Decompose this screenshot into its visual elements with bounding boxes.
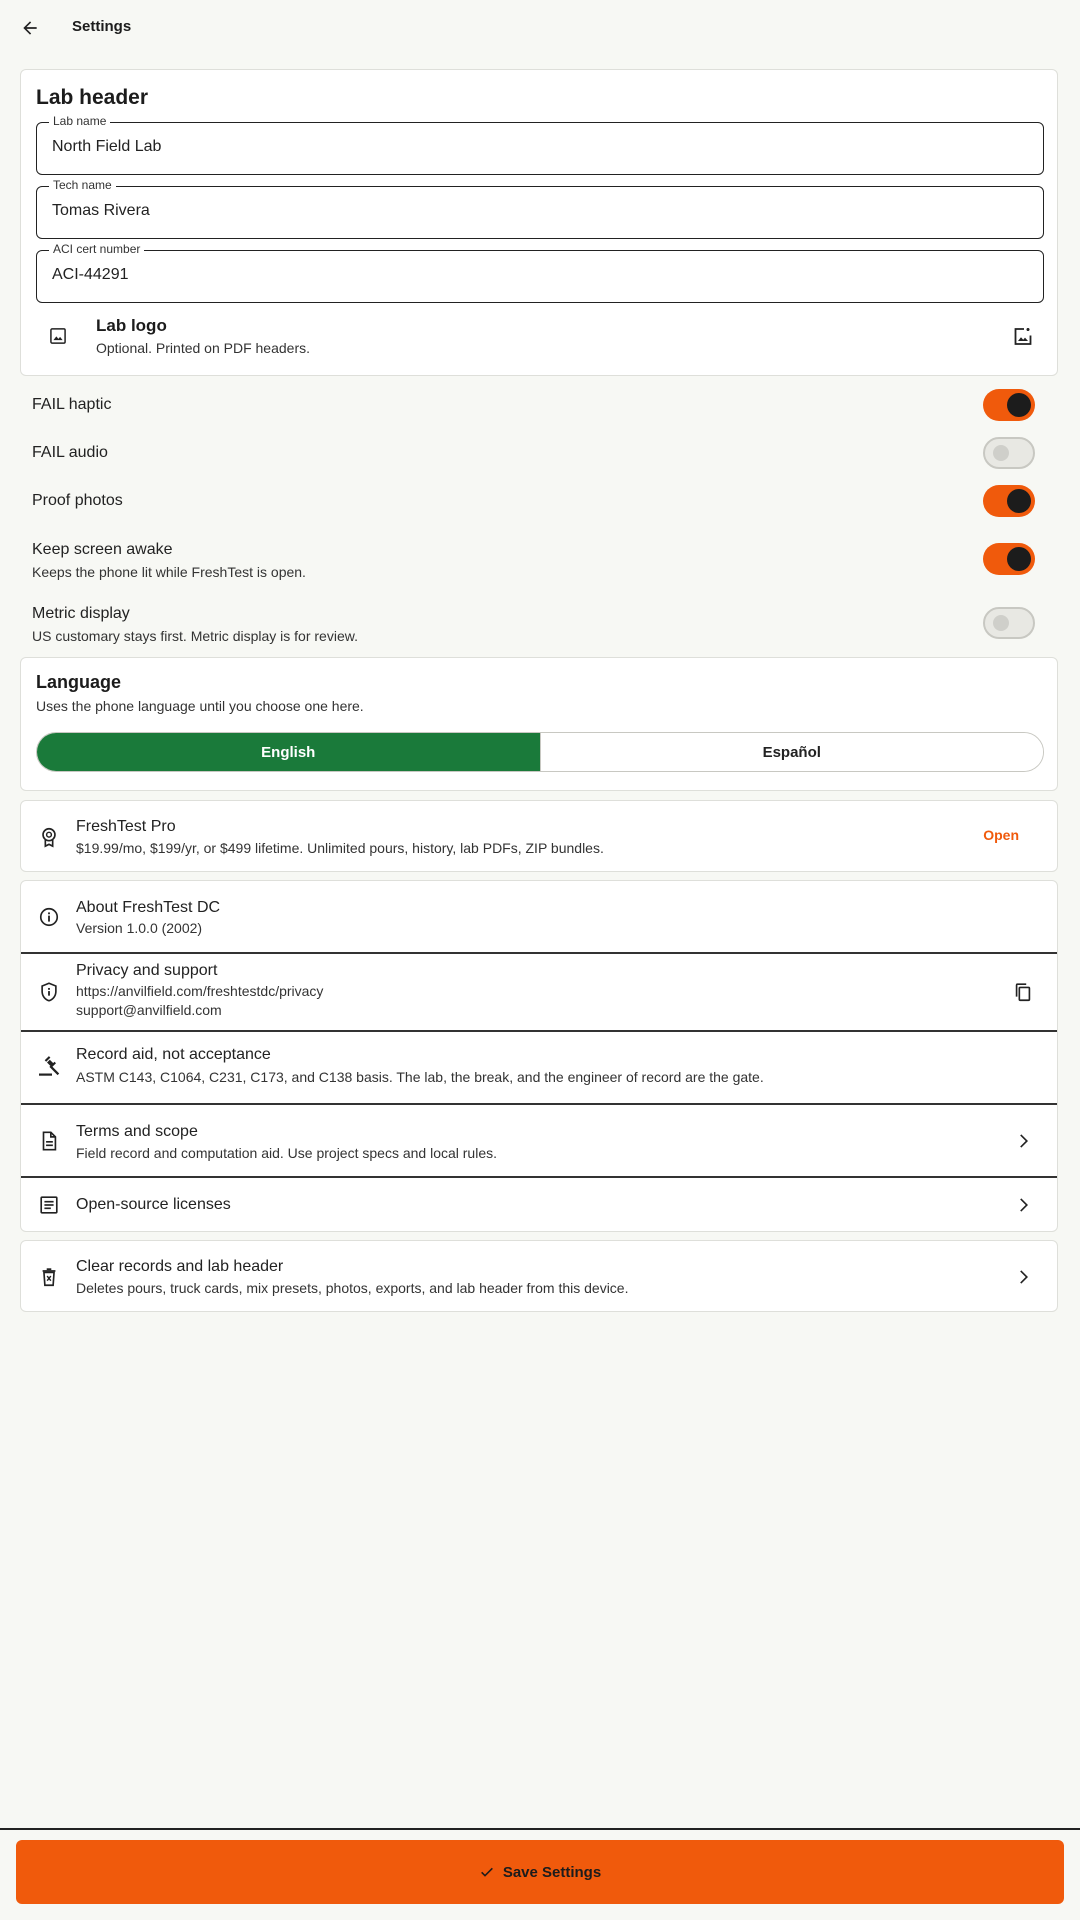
toggle-row-fail-audio: FAIL audio bbox=[32, 437, 1040, 475]
keep-screen-awake-subtitle: Keeps the phone lit while FreshTest is o… bbox=[32, 564, 306, 580]
terms-subtitle: Field record and computation aid. Use pr… bbox=[76, 1145, 497, 1161]
licenses-title: Open-source licenses bbox=[76, 1196, 231, 1213]
licenses-row[interactable]: Open-source licenses bbox=[21, 1178, 1057, 1232]
terms-row[interactable]: Terms and scope Field record and computa… bbox=[21, 1105, 1057, 1176]
shield-icon bbox=[37, 980, 61, 1004]
clear-records-card[interactable]: Clear records and lab header Deletes pou… bbox=[20, 1240, 1058, 1312]
badge-icon bbox=[37, 825, 61, 849]
pro-subtitle: $19.99/mo, $199/yr, or $499 lifetime. Un… bbox=[76, 840, 604, 856]
about-card: About FreshTest DC Version 1.0.0 (2002) … bbox=[20, 880, 1058, 1232]
copy-icon[interactable] bbox=[1011, 980, 1035, 1004]
keep-screen-awake-label: Keep screen awake bbox=[32, 541, 173, 558]
tech-name-field: Tech name bbox=[36, 178, 1044, 239]
fail-audio-switch[interactable] bbox=[983, 437, 1035, 469]
gavel-icon bbox=[37, 1054, 61, 1078]
support-email[interactable]: support@anvilfield.com bbox=[76, 1001, 222, 1020]
fail-audio-label: FAIL audio bbox=[32, 444, 108, 461]
add-photo-icon[interactable] bbox=[1011, 324, 1035, 348]
language-segmented-control: English Español bbox=[36, 732, 1044, 772]
lab-logo-subtitle: Optional. Printed on PDF headers. bbox=[96, 340, 311, 356]
metric-display-label: Metric display bbox=[32, 605, 130, 622]
list-icon bbox=[37, 1193, 61, 1217]
pro-card[interactable]: FreshTest Pro $19.99/mo, $199/yr, or $49… bbox=[20, 800, 1058, 872]
keep-screen-awake-switch[interactable] bbox=[983, 543, 1035, 575]
metric-display-switch[interactable] bbox=[983, 607, 1035, 639]
switch-knob bbox=[1007, 547, 1031, 571]
switch-knob bbox=[1007, 393, 1031, 417]
language-card: Language Uses the phone language until y… bbox=[20, 657, 1058, 791]
toggle-row-keep-screen-awake: Keep screen awake Keeps the phone lit wh… bbox=[32, 541, 1040, 581]
pro-title: FreshTest Pro bbox=[76, 818, 176, 835]
tech-name-label: Tech name bbox=[49, 178, 116, 192]
top-app-bar: Settings bbox=[0, 0, 1080, 56]
about-title: About FreshTest DC bbox=[76, 899, 221, 916]
tech-name-input[interactable] bbox=[52, 202, 1012, 220]
lab-name-label: Lab name bbox=[49, 114, 111, 128]
proof-photos-switch[interactable] bbox=[983, 485, 1035, 517]
lab-header-title: Lab header bbox=[36, 86, 149, 109]
terms-title: Terms and scope bbox=[76, 1123, 198, 1140]
aci-cert-field: ACI cert number bbox=[36, 242, 1044, 303]
record-aid-title: Record aid, not acceptance bbox=[76, 1046, 271, 1063]
lab-name-input[interactable] bbox=[52, 138, 1012, 156]
record-aid-row[interactable]: Record aid, not acceptance ASTM C143, C1… bbox=[21, 1032, 1057, 1103]
aci-cert-input[interactable] bbox=[52, 266, 1012, 284]
language-option-english[interactable]: English bbox=[37, 733, 540, 771]
switch-knob bbox=[993, 615, 1009, 631]
clear-records-title: Clear records and lab header bbox=[76, 1258, 284, 1275]
language-title: Language bbox=[36, 672, 122, 692]
lab-logo-row[interactable]: Lab logo Optional. Printed on PDF header… bbox=[21, 306, 1057, 366]
page-title: Settings bbox=[72, 18, 132, 35]
arrow-back-icon bbox=[23, 21, 37, 35]
metric-display-subtitle: US customary stays first. Metric display… bbox=[32, 628, 358, 644]
image-icon bbox=[48, 326, 68, 346]
toggle-row-proof-photos: Proof photos bbox=[32, 485, 1040, 523]
save-settings-button[interactable]: Save Settings bbox=[16, 1840, 1064, 1904]
about-version: Version 1.0.0 (2002) bbox=[76, 920, 203, 936]
delete-icon bbox=[37, 1265, 61, 1289]
lab-logo-title: Lab logo bbox=[96, 316, 167, 335]
back-button[interactable] bbox=[16, 14, 44, 42]
proof-photos-label: Proof photos bbox=[32, 492, 123, 509]
fail-haptic-label: FAIL haptic bbox=[32, 396, 112, 413]
document-icon bbox=[37, 1129, 61, 1153]
bottom-divider bbox=[0, 1828, 1080, 1830]
privacy-title: Privacy and support bbox=[76, 962, 218, 979]
switch-knob bbox=[1007, 489, 1031, 513]
language-subtitle: Uses the phone language until you choose… bbox=[36, 698, 364, 714]
chevron-right-icon[interactable] bbox=[1011, 1265, 1035, 1289]
save-settings-label: Save Settings bbox=[502, 1863, 602, 1881]
toggle-row-metric-display: Metric display US customary stays first.… bbox=[32, 605, 1040, 645]
language-option-espanol[interactable]: Español bbox=[539, 733, 1043, 771]
aci-cert-label: ACI cert number bbox=[49, 242, 145, 256]
about-row[interactable]: About FreshTest DC Version 1.0.0 (2002) bbox=[21, 881, 1057, 952]
lab-name-field: Lab name bbox=[36, 114, 1044, 175]
chevron-right-icon[interactable] bbox=[1011, 1129, 1035, 1153]
privacy-url[interactable]: https://anvilfield.com/freshtestdc/priva… bbox=[76, 982, 323, 1001]
lab-header-card: Lab header Lab name Tech name ACI cert n… bbox=[20, 69, 1058, 376]
switch-knob bbox=[993, 445, 1009, 461]
toggle-row-fail-haptic: FAIL haptic bbox=[32, 389, 1040, 427]
check-icon bbox=[480, 1867, 493, 1877]
privacy-row[interactable]: Privacy and support https://anvilfield.c… bbox=[21, 954, 1057, 1030]
pro-open-button[interactable]: Open bbox=[983, 827, 1019, 843]
fail-haptic-switch[interactable] bbox=[983, 389, 1035, 421]
chevron-right-icon[interactable] bbox=[1011, 1193, 1035, 1217]
clear-records-subtitle: Deletes pours, truck cards, mix presets,… bbox=[76, 1280, 629, 1296]
info-icon bbox=[37, 905, 61, 929]
record-aid-subtitle: ASTM C143, C1064, C231, C173, and C138 b… bbox=[76, 1069, 764, 1085]
